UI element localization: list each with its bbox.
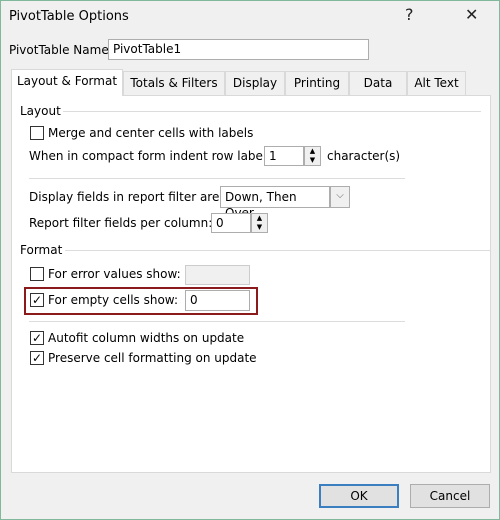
indent-spinner[interactable]: ▲ ▼: [304, 146, 321, 166]
error-values-checkbox[interactable]: [30, 267, 44, 281]
tab-display[interactable]: Display: [225, 71, 285, 95]
ok-button[interactable]: OK: [319, 484, 399, 508]
merge-checkbox[interactable]: [30, 126, 44, 140]
preserve-formatting-label: Preserve cell formatting on update: [48, 351, 257, 365]
divider: [29, 321, 405, 322]
tab-printing[interactable]: Printing: [285, 71, 349, 95]
tab-alt-text[interactable]: Alt Text: [407, 71, 466, 95]
indent-suffix: character(s): [327, 149, 401, 163]
close-button[interactable]: ✕: [465, 5, 478, 24]
empty-cells-input[interactable]: 0: [185, 290, 250, 311]
autofit-label: Autofit column widths on update: [48, 331, 245, 345]
divider: [65, 250, 491, 251]
empty-cells-label: For empty cells show:: [48, 293, 178, 307]
format-heading: Format: [20, 243, 63, 257]
dialog-title: PivotTable Options: [9, 9, 129, 24]
filter-per-column-spinner[interactable]: ▲ ▼: [251, 213, 268, 233]
tab-data[interactable]: Data: [349, 71, 407, 95]
empty-cells-checkbox[interactable]: ✓: [30, 293, 44, 307]
chevron-down-icon[interactable]: ⌵: [330, 186, 350, 208]
filter-per-column-input[interactable]: 0: [211, 213, 251, 233]
filter-per-column-label: Report filter fields per column:: [29, 216, 213, 230]
name-label: PivotTable Name:: [9, 43, 113, 57]
tab-layout-format[interactable]: Layout & Format: [11, 69, 123, 96]
layout-heading: Layout: [20, 104, 61, 118]
indent-input[interactable]: 1: [264, 146, 304, 166]
indent-label: When in compact form indent row labels:: [29, 149, 277, 163]
cancel-button[interactable]: Cancel: [410, 484, 490, 508]
filter-area-select[interactable]: Down, Then Over: [220, 186, 330, 220]
error-values-label: For error values show:: [48, 267, 181, 281]
merge-label: Merge and center cells with labels: [48, 126, 254, 140]
pivottable-name-input[interactable]: PivotTable1: [108, 39, 369, 60]
autofit-checkbox[interactable]: ✓: [30, 331, 44, 345]
divider: [63, 111, 481, 112]
tab-totals-filters[interactable]: Totals & Filters: [123, 71, 225, 95]
divider: [29, 178, 405, 179]
help-button[interactable]: ?: [405, 5, 414, 24]
preserve-formatting-checkbox[interactable]: ✓: [30, 351, 44, 365]
filter-area-label: Display fields in report filter area:: [29, 190, 231, 204]
error-values-input[interactable]: [185, 265, 250, 285]
pivottable-options-dialog: PivotTable Options ? ✕ PivotTable Name: …: [0, 0, 500, 520]
